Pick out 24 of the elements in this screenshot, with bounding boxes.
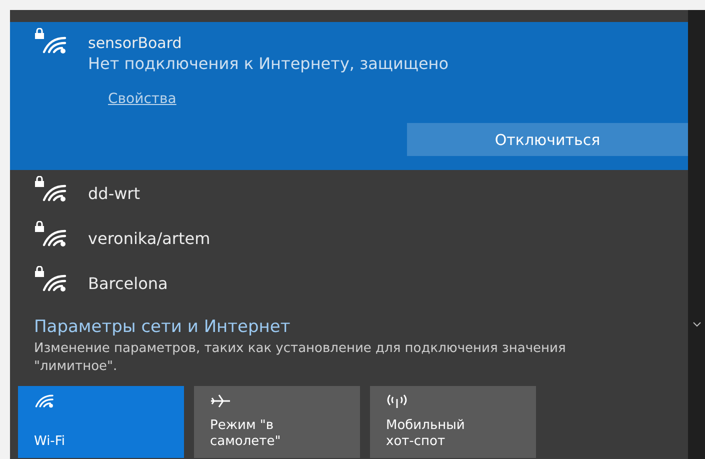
secured-wifi-icon <box>34 28 68 54</box>
quick-action-tile[interactable]: Режим "в самолете" <box>194 386 360 458</box>
network-name: sensorBoard <box>88 34 183 52</box>
network-status: Нет подключения к Интернету, защищено <box>88 54 449 73</box>
wifi-icon <box>34 394 54 408</box>
settings-link[interactable]: Параметры сети и Интернет <box>34 317 664 337</box>
airplane-icon <box>210 394 232 408</box>
network-item[interactable]: sensorBoard Нет подключения к Интернету, защищено Свойства Отключиться <box>10 22 688 170</box>
secured-wifi-icon <box>34 221 68 247</box>
network-name: dd-wrt <box>88 184 140 203</box>
quick-action-tile[interactable]: Wi-Fi <box>18 386 184 458</box>
secured-wifi-icon <box>34 266 68 292</box>
network-item[interactable]: dd-wrt <box>10 170 688 215</box>
scroll-down-icon[interactable] <box>692 322 700 327</box>
settings-description: Изменение параметров, таких как установление для подключения значения "лимитное". <box>34 340 567 376</box>
network-name: veronika/artem <box>88 229 210 248</box>
properties-link[interactable]: Свойства <box>108 91 176 107</box>
secured-wifi-icon <box>34 176 68 202</box>
network-item[interactable]: veronika/artem <box>10 215 688 260</box>
antenna-icon <box>386 394 408 408</box>
quick-action-tile[interactable]: Мобильный хот-спот <box>370 386 536 458</box>
disconnect-button[interactable]: Отключиться <box>407 123 688 156</box>
network-name: Barcelona <box>88 274 168 293</box>
network-item[interactable]: Barcelona <box>10 260 688 305</box>
